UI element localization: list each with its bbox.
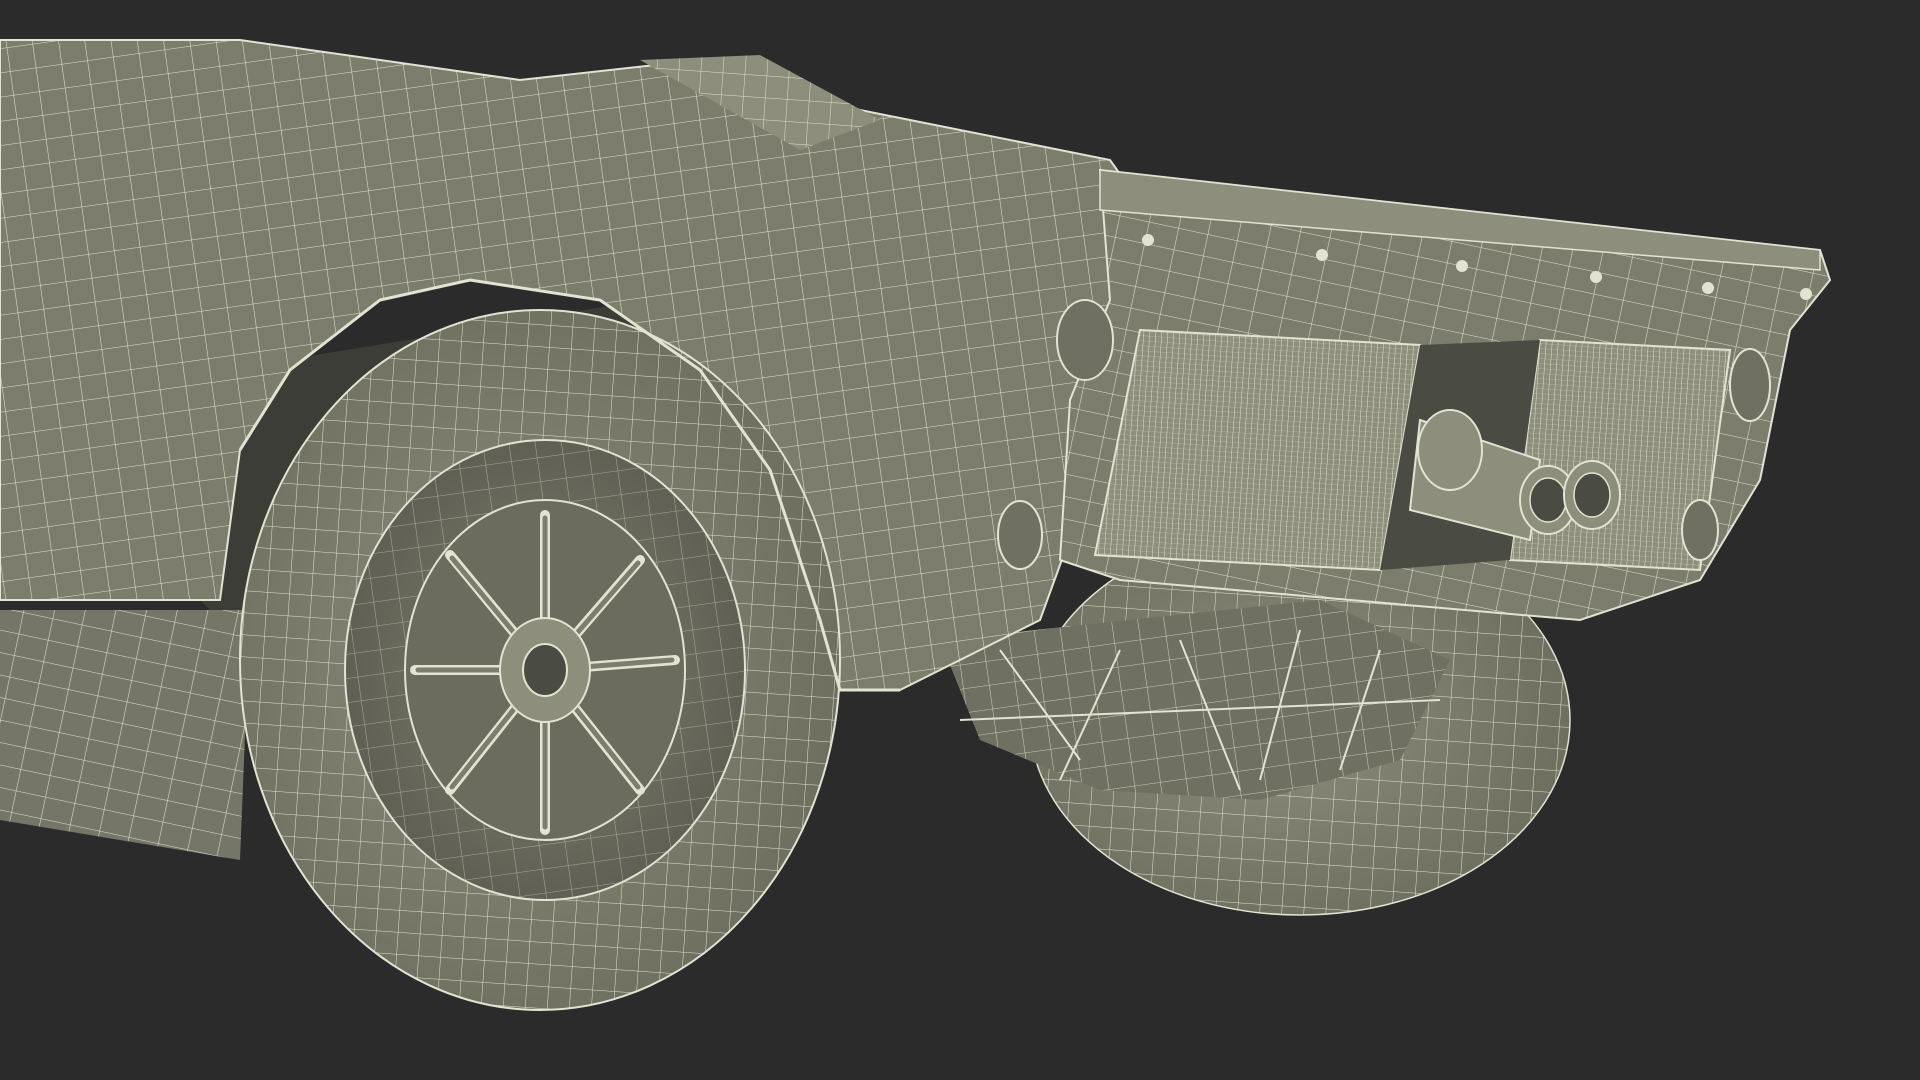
render-viewport [0,0,1920,1080]
near-rear-wheel [239,309,841,1011]
rear-tail-panel [997,168,1832,622]
wireframe-car-render [0,39,1832,1011]
